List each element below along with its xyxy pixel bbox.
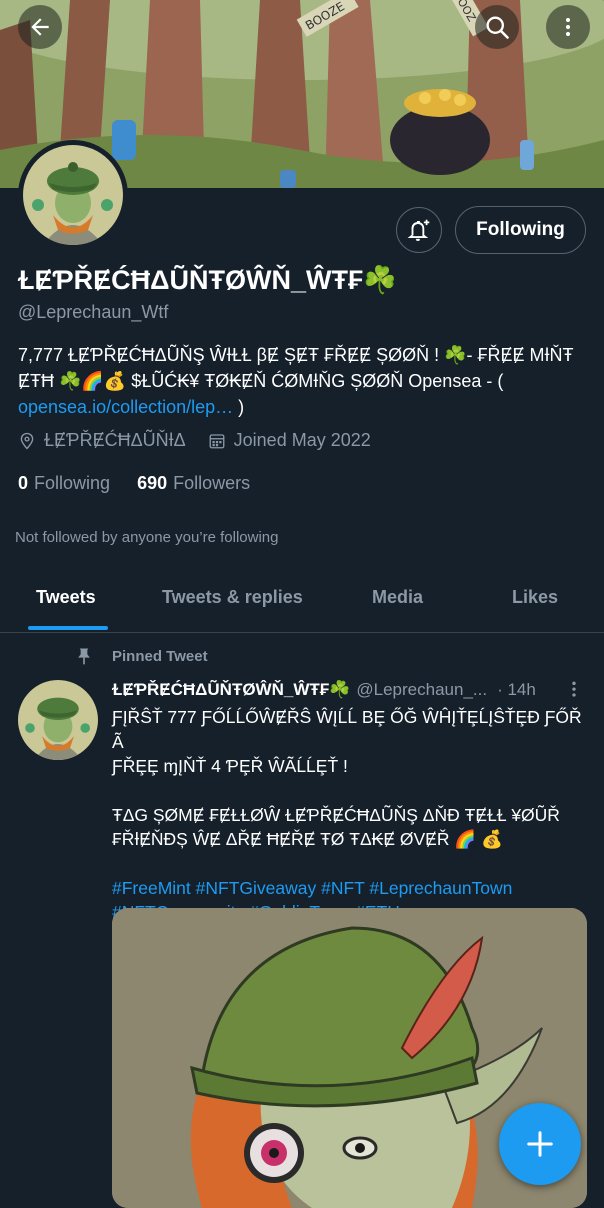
- following-count-link[interactable]: 0 Following: [18, 473, 110, 493]
- search-button[interactable]: [475, 5, 519, 49]
- followers-count-link[interactable]: 690 Followers: [137, 473, 250, 493]
- profile-meta: ⱢɆƤŘɆĆĦΔŨŇƗΔ Joined May 2022: [18, 430, 393, 451]
- profile-avatar[interactable]: [18, 140, 128, 250]
- active-tab-indicator: [28, 626, 108, 630]
- profile-display-name: ⱢɆƤŘɆĆĦΔŨŇŦØŴŇ_ŴŦ₣☘️: [18, 265, 397, 295]
- tweet-hashtags[interactable]: #FreeMint #NFTGiveaway #NFT #LeprechaunT…: [112, 876, 592, 901]
- avatar-image: [18, 680, 98, 760]
- tweet-more-button[interactable]: [566, 680, 582, 705]
- tweet-author-name[interactable]: ⱢɆƤŘɆĆĦΔŨŇŦØŴŇ_ŴŦ₣☘️: [112, 680, 350, 700]
- following-count: 0: [18, 473, 29, 493]
- back-button[interactable]: [18, 5, 62, 49]
- tweet-line: ŦΔG ȘØMɆ ₣ɆⱢⱢØŴ ⱢɆƤŘɆĆĦΔŨŇŞ ΔŇĐ ŦɆⱢⱢ ¥ØŨ…: [112, 804, 560, 825]
- tab-tweets-replies[interactable]: Tweets & replies: [162, 587, 303, 608]
- tweet-header: ⱢɆƤŘɆĆĦΔŨŇŦØŴŇ_ŴŦ₣☘️ @Leprechaun_... · 1…: [112, 680, 592, 700]
- profile-handle: @Leprechaun_Wtf: [18, 302, 169, 322]
- profile-counts: 0 Following 690 Followers: [18, 473, 250, 494]
- arrow-left-icon: [31, 18, 49, 36]
- tweet-author-handle[interactable]: @Leprechaun_...: [356, 680, 487, 700]
- bio-link[interactable]: opensea.io/collection/lep…: [18, 397, 233, 417]
- following-button[interactable]: Following: [455, 206, 586, 254]
- tweet-text: ƑĮŘŜŤ 777 ƑŐĹĹŐŴɆŘŜ ŴĮĹĹ ΒȨ ŐĞ ŴĤĮŤȨĹĮŜŤ…: [112, 705, 592, 925]
- plus-icon: [527, 1131, 553, 1157]
- following-label: Following: [34, 473, 111, 493]
- more-vertical-icon: [566, 18, 570, 36]
- bio-text: 7,777 ⱢɆƤŘɆĆĦΔŨŇŞ ŴƗⱢⱢ βɆ ȘɆŦ ₣ŘɆɆ ȘØØŇ …: [18, 345, 574, 391]
- search-icon: [486, 16, 509, 39]
- bio-close: ): [233, 397, 245, 417]
- tweet-time[interactable]: · 14h: [497, 680, 536, 700]
- tweet-author-avatar[interactable]: [18, 680, 98, 760]
- pinned-text: Pinned Tweet: [112, 647, 208, 665]
- joined-text: Joined May 2022: [233, 430, 371, 450]
- followers-label: Followers: [173, 473, 251, 493]
- tab-tweets[interactable]: Tweets: [36, 587, 96, 608]
- tweet-line: ₣ŘƗɆŇĐȘ ŴɆ ΔŘɆ ĦɆŘɆ ŦØ ŦΔ₭Ɇ ØVɆŘ 🌈 💰: [112, 829, 503, 849]
- tab-likes[interactable]: Likes: [512, 587, 558, 608]
- location-pin-icon: [20, 432, 34, 449]
- pinned-tweet-label: Pinned Tweet: [76, 646, 208, 666]
- more-vertical-icon: [572, 681, 576, 697]
- notifications-button[interactable]: [396, 207, 442, 253]
- bell-plus-icon: [407, 219, 430, 241]
- profile-location: ⱢɆƤŘɆĆĦΔŨŇƗΔ: [18, 430, 186, 451]
- avatar-image: [23, 145, 123, 245]
- location-text: ⱢɆƤŘɆĆĦΔŨŇƗΔ: [44, 430, 186, 450]
- tweet-line: ƑŘȨȨ ɱĮŇŤ 4 ƤȨŘ ŴÃĹĹȨŤ !: [112, 756, 348, 776]
- followers-count: 690: [137, 473, 168, 493]
- calendar-icon: [209, 433, 225, 448]
- tweet-line: ƑĮŘŜŤ 777 ƑŐĹĹŐŴɆŘŜ ŴĮĹĹ ΒȨ ŐĞ ŴĤĮŤȨĹĮŜŤ…: [112, 707, 582, 752]
- not-followed-notice: Not followed by anyone you’re following: [15, 529, 279, 546]
- profile-bio: 7,777 ⱢɆƤŘɆĆĦΔŨŇŞ ŴƗⱢⱢ βɆ ȘɆŦ ₣ŘɆɆ ȘØØŇ …: [18, 342, 588, 420]
- compose-tweet-button[interactable]: [499, 1103, 581, 1185]
- profile-tabs: Tweets Tweets & replies Media Likes: [0, 570, 604, 633]
- more-options-button[interactable]: [546, 5, 590, 49]
- pin-icon: [78, 648, 90, 665]
- tab-media[interactable]: Media: [372, 587, 423, 608]
- profile-joined: Joined May 2022: [208, 430, 371, 451]
